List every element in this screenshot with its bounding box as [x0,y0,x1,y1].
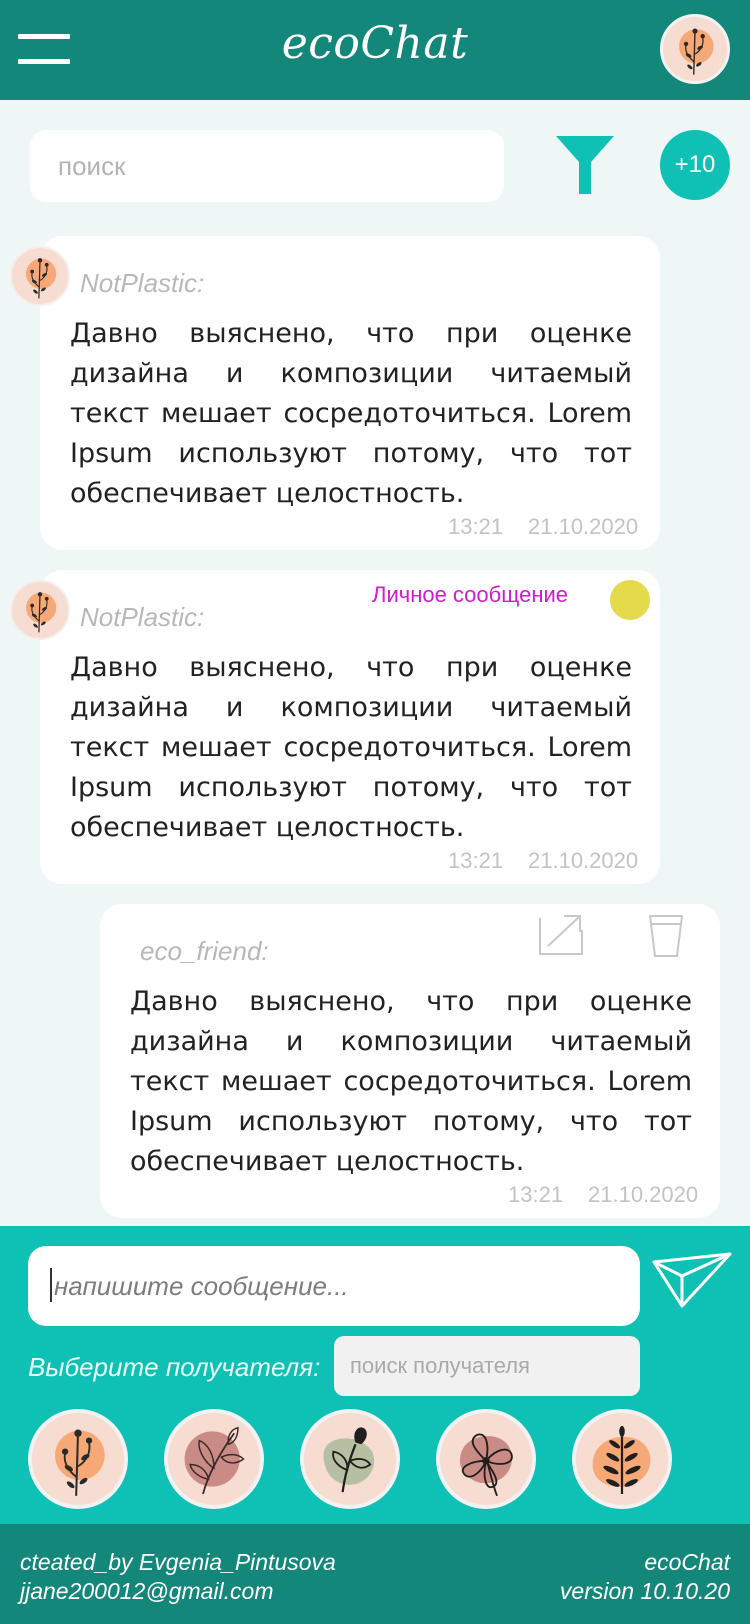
profile-avatar[interactable] [660,14,730,84]
footer-email[interactable]: jjane200012@gmail.com [20,1577,336,1606]
message-text: Давно выяснено, что при оценке дизайна и… [70,652,632,843]
recipient-avatar[interactable] [164,1409,264,1509]
footer-credits: cteated_by Evgenia_Pintusova jjane200012… [20,1548,336,1606]
recipient-avatar[interactable] [572,1409,672,1509]
author-avatar[interactable] [10,246,70,306]
recipient-label: Выберите получателя: [28,1352,321,1382]
message-time: 13:21 [448,514,504,539]
edit-icon[interactable] [538,912,584,956]
delete-cup-icon[interactable] [648,912,684,958]
recipient-avatar[interactable] [28,1409,128,1509]
message-author[interactable]: NotPlastic: [80,602,204,633]
recipient-avatar[interactable] [300,1409,400,1509]
message-author[interactable]: NotPlastic: [80,268,204,299]
message-time: 13:21 [448,848,504,873]
recipient-avatar[interactable] [436,1409,536,1509]
recipient-search-input[interactable] [334,1336,640,1396]
message-date: 21.10.2020 [528,848,639,873]
message-author[interactable]: eco_friend: [140,936,269,967]
footer-author: cteated_by Evgenia_Pintusova [20,1549,336,1575]
message-input[interactable] [28,1246,640,1326]
message-date: 21.10.2020 [528,514,639,539]
app-header: ecoChat [0,0,750,100]
search-input[interactable] [30,130,504,202]
filter-funnel-icon[interactable] [556,136,614,194]
private-message-label: Личное сообщение [372,582,569,607]
app-footer: cteated_by Evgenia_Pintusova jjane200012… [0,1524,750,1624]
message-date: 21.10.2020 [588,1182,699,1207]
footer-app-name: ecoChat [644,1549,730,1575]
send-paper-plane-icon[interactable] [652,1252,732,1308]
app-title: ecoChat [281,18,469,69]
status-dot [610,580,650,620]
message-text: Давно выяснено, что при оценке дизайна и… [70,318,632,509]
notification-count-badge[interactable]: +10 [660,130,730,200]
footer-version: version 10.10.20 [559,1578,730,1604]
author-avatar[interactable] [10,580,70,640]
message-time: 13:21 [508,1182,564,1207]
text-caret [50,1268,52,1302]
composer-panel: Выберите получателя: [0,1226,750,1524]
footer-app-info: ecoChat version 10.10.20 [560,1548,730,1606]
message-text: Давно выяснено, что при оценке дизайна и… [130,986,692,1177]
